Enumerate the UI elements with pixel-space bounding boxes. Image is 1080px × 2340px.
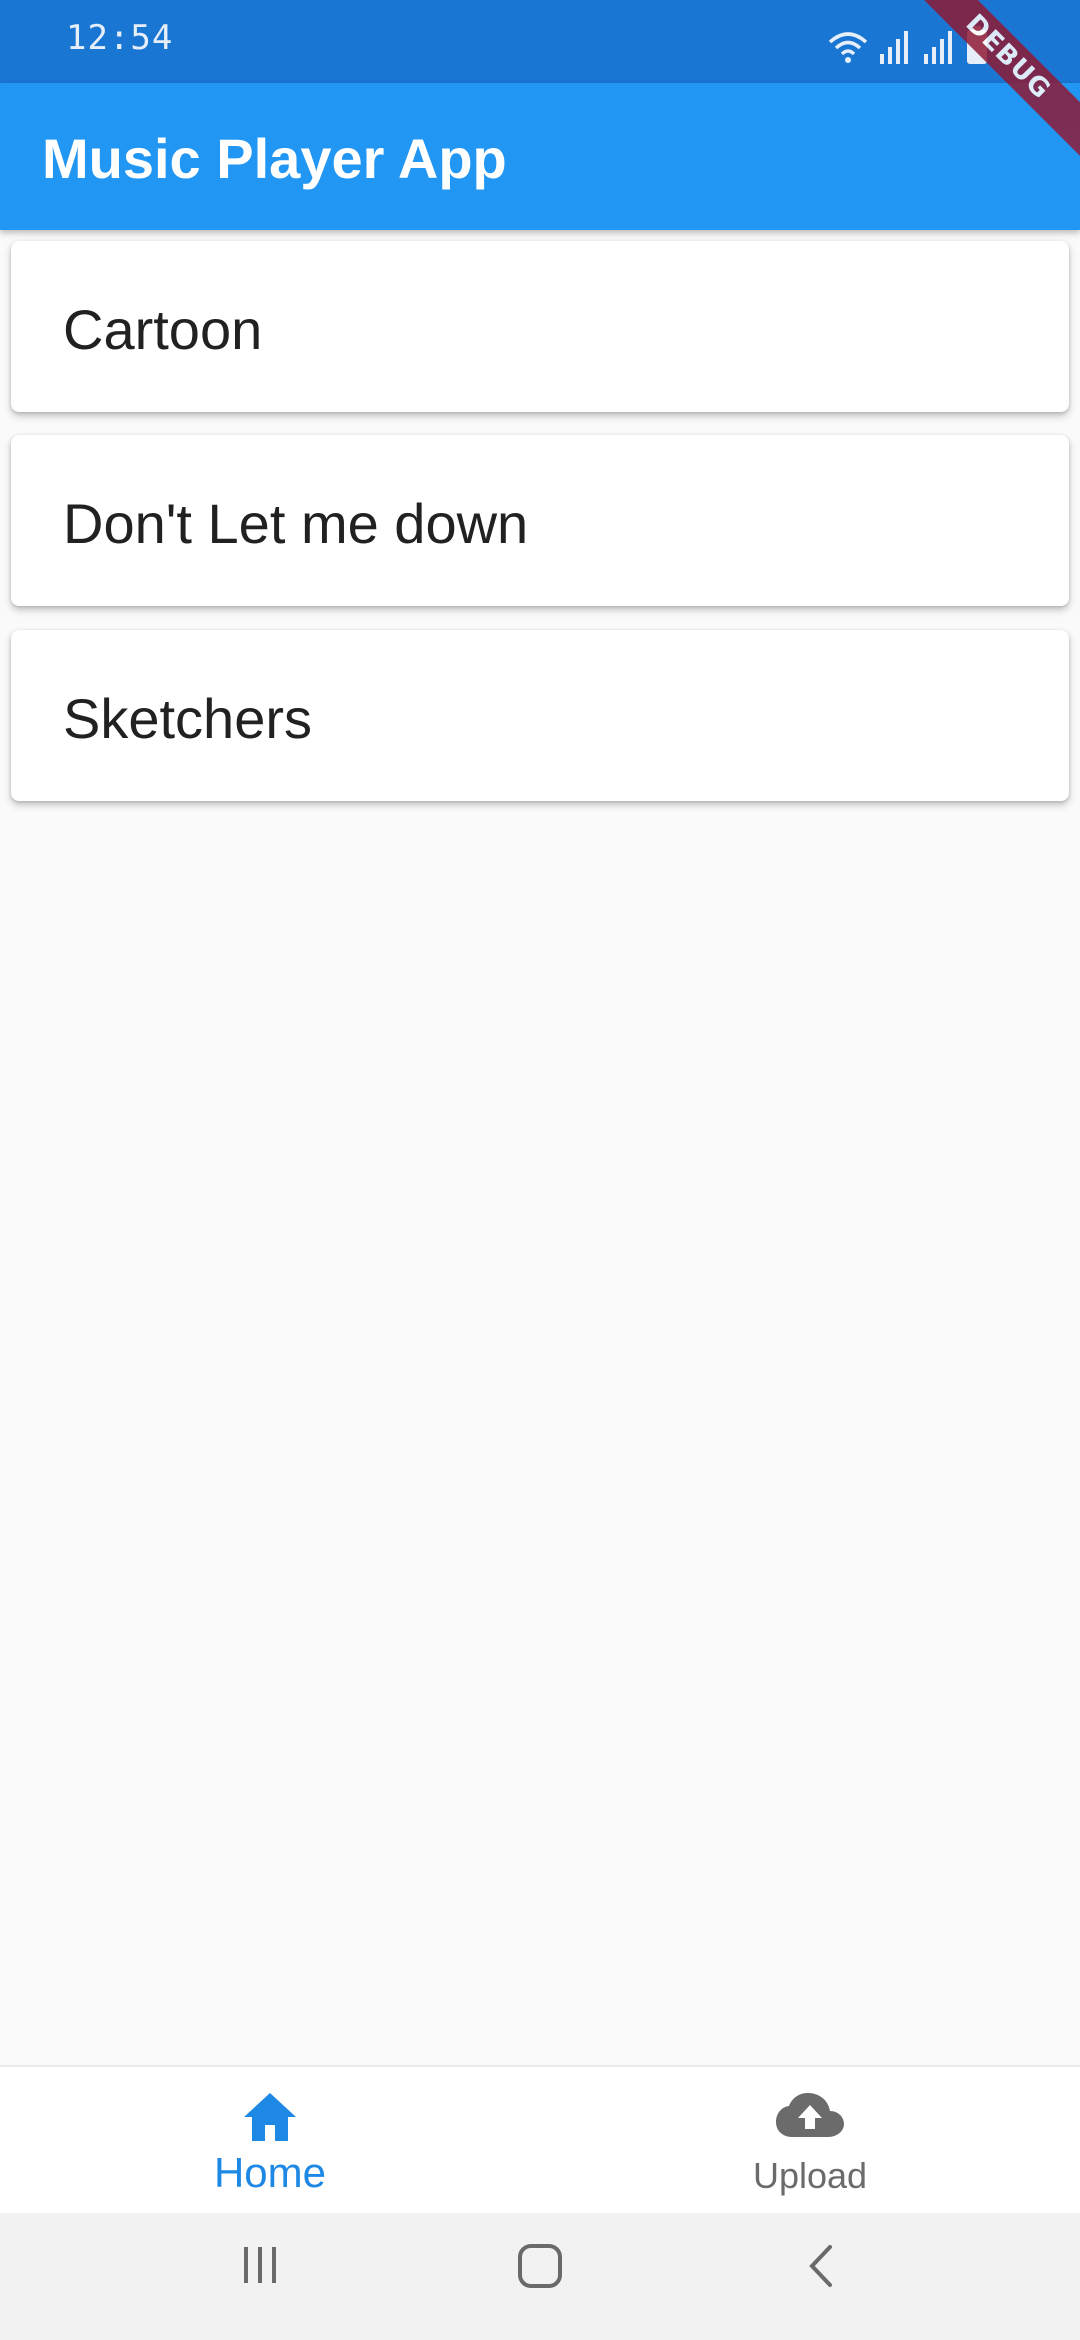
nav-item-upload[interactable]: Upload bbox=[540, 2067, 1080, 2215]
nav-item-home[interactable]: Home bbox=[0, 2067, 540, 2215]
signal-icon bbox=[922, 30, 956, 64]
recent-apps-icon bbox=[220, 2243, 300, 2287]
app-bar: Music Player App bbox=[0, 83, 1080, 230]
bottom-navigation: Home Upload bbox=[0, 2065, 1080, 2215]
status-bar: 12:54 bbox=[0, 0, 1080, 83]
home-circle-icon bbox=[500, 2243, 580, 2289]
cloud-upload-icon bbox=[776, 2091, 844, 2144]
list-item[interactable]: Sketchers bbox=[11, 630, 1069, 801]
screen: 12:54 Music Player App DEBUG Cartoon Don… bbox=[0, 0, 1080, 2340]
recent-apps-button[interactable] bbox=[220, 2243, 300, 2313]
song-title: Sketchers bbox=[63, 687, 312, 750]
nav-label-home: Home bbox=[213, 2149, 327, 2196]
song-title: Cartoon bbox=[63, 298, 263, 361]
home-icon bbox=[242, 2091, 298, 2148]
system-navigation-bar bbox=[0, 2213, 1080, 2340]
signal-icon bbox=[878, 30, 912, 64]
back-icon bbox=[782, 2243, 862, 2289]
system-home-button[interactable] bbox=[500, 2243, 580, 2313]
back-button[interactable] bbox=[782, 2243, 862, 2313]
song-title: Don't Let me down bbox=[63, 492, 529, 555]
page-title: Music Player App bbox=[42, 127, 507, 190]
list-item[interactable]: Cartoon bbox=[11, 241, 1069, 412]
status-time: 12:54 bbox=[66, 18, 174, 58]
nav-label-upload: Upload bbox=[752, 2155, 868, 2196]
list-item[interactable]: Don't Let me down bbox=[11, 435, 1069, 606]
wifi-icon bbox=[828, 30, 868, 64]
